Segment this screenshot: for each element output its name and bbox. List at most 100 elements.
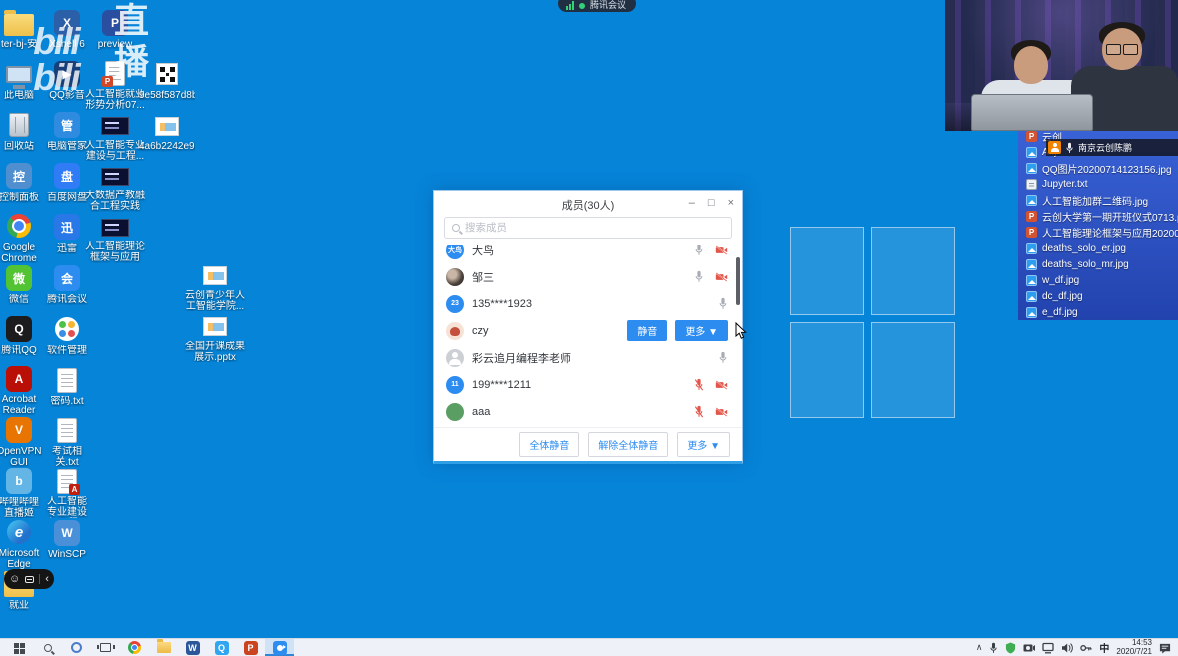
meeting-status-pill[interactable]: 腾讯会议 <box>558 0 636 12</box>
file-name: Jupyter.txt <box>1042 179 1088 190</box>
file-item[interactable]: 人工智能理论框架与应用20200506.pptx <box>1026 224 1178 240</box>
desktop-icon[interactable]: 人工智能专业建设与工程... <box>85 110 145 161</box>
mute-all-button[interactable]: 全体静音 <box>519 432 579 457</box>
desktop-icon-glyph <box>4 14 34 36</box>
desktop-icon[interactable]: 4a6b2242e9098b5bad5... <box>139 110 195 161</box>
member-row[interactable] <box>446 425 728 427</box>
member-list[interactable]: 大鸟 大鸟 邹三 23 135****1923 <box>434 245 742 427</box>
more-button[interactable]: 更多 ▼ <box>675 320 728 341</box>
desktop-icon[interactable]: ▶ QQ影音 <box>43 59 91 110</box>
desktop-icon[interactable]: 人工智能理论框架与应用2... <box>85 212 145 263</box>
taskbar-qq-button[interactable]: Q <box>207 639 236 656</box>
desktop-icon[interactable]: 此电脑 <box>0 59 43 110</box>
taskbar-powerpoint-button[interactable]: P <box>236 639 265 656</box>
desktop-icon[interactable]: Q 腾讯QQ <box>0 314 43 365</box>
desktop-icon[interactable]: 9e58f587d8bdb847e47... <box>139 59 195 110</box>
dialog-title-bar[interactable]: 成员(30人) – □ × <box>434 191 742 215</box>
taskbar-word-button[interactable]: W <box>178 639 207 656</box>
member-search-box[interactable] <box>444 217 732 239</box>
maximize-button[interactable]: □ <box>708 197 715 209</box>
unmute-all-button[interactable]: 解除全体静音 <box>588 432 668 457</box>
file-name: deaths_solo_mr.jpg <box>1042 259 1129 270</box>
desktop-icon[interactable]: 考试相关.txt <box>43 416 91 467</box>
desktop-icon[interactable]: W WinSCP <box>43 518 91 569</box>
file-item[interactable]: Jupyter.txt <box>1026 176 1178 192</box>
file-item[interactable]: deaths_solo_er.jpg <box>1026 240 1178 256</box>
member-row[interactable]: 大鸟 大鸟 <box>446 245 728 263</box>
cortana-button[interactable] <box>62 639 91 656</box>
desktop-icon-glyph: V <box>6 417 32 443</box>
desktop-icon-glyph <box>55 317 79 341</box>
taskbar-explorer-button[interactable] <box>149 639 178 656</box>
mute-button[interactable]: 静音 <box>627 320 667 341</box>
desktop-icon[interactable]: 迅 迅雷 <box>43 212 91 263</box>
desktop-icon[interactable]: 控 控制面板 <box>0 161 43 212</box>
avatar: 23 <box>446 295 464 313</box>
tray-camera-icon[interactable] <box>1023 642 1035 653</box>
desktop-icon[interactable]: 人工智能专业建设与工程... <box>43 467 91 518</box>
chrome-icon <box>128 641 141 654</box>
member-row-hovered[interactable]: czy 静音 更多 ▼ <box>446 317 728 344</box>
start-button[interactable] <box>4 639 33 656</box>
taskbar-meeting-button[interactable] <box>265 639 294 656</box>
task-view-button[interactable] <box>91 639 120 656</box>
chat-icon[interactable] <box>25 576 34 583</box>
desktop-icon[interactable]: V OpenVPN GUI <box>0 416 43 467</box>
taskbar-search-button[interactable] <box>33 639 62 656</box>
tray-expand-chevron[interactable]: ∧ <box>976 642 983 653</box>
mic-muted-icon <box>694 405 704 418</box>
desktop-icon[interactable]: A Acrobat Reader DC <box>0 365 43 416</box>
desktop-icon[interactable]: 软件管理 <box>43 314 91 365</box>
desktop-icon[interactable]: ter-bj-安 <box>0 8 43 59</box>
file-item[interactable]: 云创大学第一期开班仪式0713.pptx <box>1026 208 1178 224</box>
member-row[interactable]: 11 199****1211 <box>446 371 728 398</box>
desktop-icon-art: 控 <box>6 161 32 191</box>
desktop-icon[interactable]: 会 腾讯会议 <box>43 263 91 314</box>
desktop-icon[interactable]: 微 微信 <box>0 263 43 314</box>
ime-indicator[interactable]: 中 <box>1099 640 1109 655</box>
file-item[interactable]: dc_df.jpg <box>1026 288 1178 304</box>
desktop-icon[interactable]: 云创青少年人工智能学院... <box>184 260 246 311</box>
minimize-button[interactable]: – <box>689 197 695 209</box>
close-button[interactable]: × <box>728 197 734 209</box>
tray-link-icon[interactable] <box>1080 642 1092 654</box>
danmaku-control-pill[interactable]: ☺ ‹ <box>4 569 54 589</box>
scrollbar-thumb[interactable] <box>736 257 740 305</box>
file-item[interactable]: deaths_solo_mr.jpg <box>1026 256 1178 272</box>
emoji-icon[interactable]: ☺ <box>9 574 20 585</box>
desktop-icon[interactable]: 大数据产教融合工程实践0... <box>85 161 145 212</box>
desktop-icon[interactable]: 管 电脑管家 <box>43 110 91 161</box>
desktop-icon[interactable]: 盘 百度网盘 <box>43 161 91 212</box>
tray-mic-icon[interactable] <box>989 642 998 654</box>
file-item[interactable]: e_df.jpg <box>1026 304 1178 320</box>
desktop-icon[interactable]: 密码.txt <box>43 365 91 416</box>
collapse-chevron-icon[interactable]: ‹ <box>45 574 49 585</box>
notification-center-icon[interactable] <box>1159 642 1171 654</box>
desktop-icon[interactable]: 人工智能就业形势分析07... <box>85 59 145 110</box>
desktop-icon[interactable]: Google Chrome <box>0 212 43 263</box>
member-row[interactable]: aaa <box>446 398 728 425</box>
desktop-icon[interactable]: X Xshell 6 <box>43 8 91 59</box>
desktop-icon[interactable]: b 哔哩哔哩直播姬 <box>0 467 43 518</box>
member-row[interactable]: 邹三 <box>446 263 728 290</box>
file-item[interactable]: QQ图片20200714123156.jpg <box>1026 160 1178 176</box>
desktop-icon-glyph: 控 <box>6 163 32 189</box>
desktop-icon[interactable]: 全国开课成果展示.pptx <box>184 311 246 362</box>
member-row[interactable]: 23 135****1923 <box>446 290 728 317</box>
taskbar-clock[interactable]: 14:53 2020/7/21 <box>1116 639 1152 656</box>
footer-more-button[interactable]: 更多 ▼ <box>677 432 730 457</box>
tray-shield-icon[interactable] <box>1005 642 1016 654</box>
search-input[interactable] <box>465 222 724 234</box>
desktop-icon-glyph: 微 <box>6 265 32 291</box>
tray-speaker-icon[interactable] <box>1061 642 1073 654</box>
taskbar-chrome-button[interactable] <box>120 639 149 656</box>
desktop-icon[interactable]: e Microsoft Edge <box>0 518 43 569</box>
desktop-icon-glyph: b <box>6 468 32 494</box>
desktop-icon[interactable]: 回收站 <box>0 110 43 161</box>
member-row[interactable]: 彩云追月编程李老师 <box>446 344 728 371</box>
file-item[interactable]: w_df.jpg <box>1026 272 1178 288</box>
file-item[interactable]: 人工智能加群二维码.jpg <box>1026 192 1178 208</box>
signal-bars-icon <box>566 1 574 10</box>
tray-network-icon[interactable] <box>1042 642 1054 654</box>
desktop-icon[interactable]: P preview <box>85 8 145 59</box>
